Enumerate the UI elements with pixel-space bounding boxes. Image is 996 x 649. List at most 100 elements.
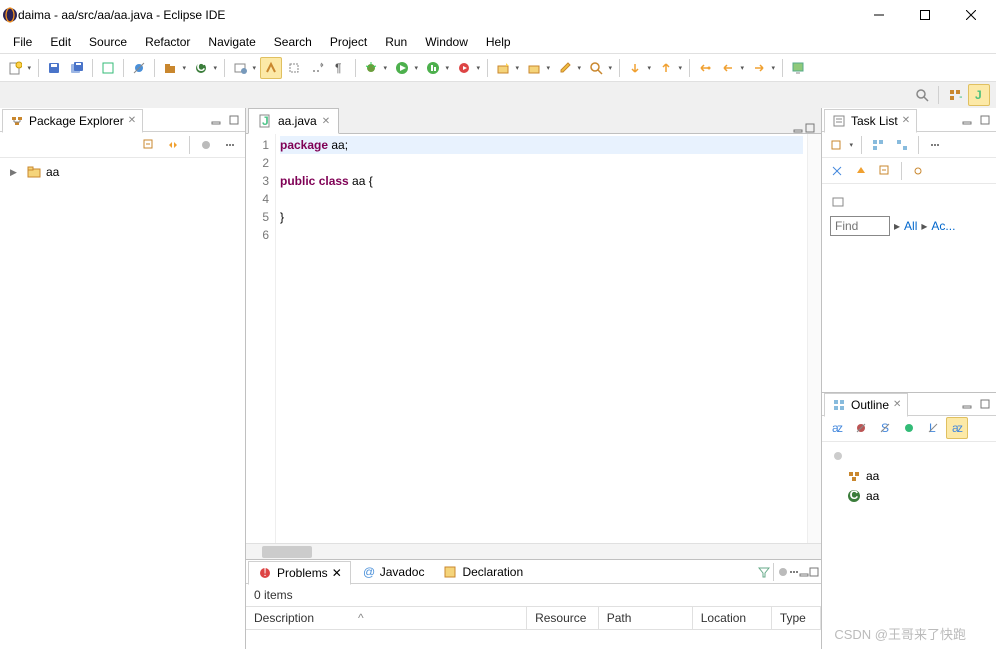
close-icon[interactable]: ✕ xyxy=(893,399,901,410)
task-list-body[interactable]: ▸ All ▸ Ac... xyxy=(822,184,996,392)
menu-refactor[interactable]: Refactor xyxy=(136,32,199,52)
focus-task-button[interactable] xyxy=(195,134,217,156)
minimize-button[interactable] xyxy=(856,0,902,30)
edit-button[interactable] xyxy=(554,57,584,79)
code-area[interactable]: package aa;public class aa {} xyxy=(276,134,807,543)
close-button[interactable] xyxy=(948,0,994,30)
sort-outline-button[interactable]: az xyxy=(946,417,968,439)
save-all-button[interactable] xyxy=(66,57,88,79)
back-button[interactable] xyxy=(717,57,747,79)
maximize-view-button[interactable] xyxy=(977,396,993,412)
go-up-button[interactable] xyxy=(850,160,872,182)
bottom-tab-declaration[interactable]: Declaration xyxy=(433,560,532,584)
menu-file[interactable]: File xyxy=(4,32,41,52)
last-edit-location-button[interactable] xyxy=(694,57,716,79)
package-explorer-tree[interactable]: ▶ aa xyxy=(0,158,245,649)
chevron-right-icon[interactable]: ▶ xyxy=(10,167,22,178)
activate-link[interactable]: Ac... xyxy=(931,219,955,233)
column-header-description[interactable]: Description^ xyxy=(246,607,527,629)
bottom-tab-javadoc[interactable]: @Javadoc xyxy=(351,560,434,584)
menu-navigate[interactable]: Navigate xyxy=(199,32,264,52)
horizontal-scrollbar[interactable] xyxy=(246,543,821,559)
open-perspective-button[interactable]: + xyxy=(944,84,966,106)
next-annotation-button[interactable] xyxy=(624,57,654,79)
new-project-wizard-button[interactable] xyxy=(492,57,522,79)
menu-search[interactable]: Search xyxy=(265,32,321,52)
hide-fields-button[interactable] xyxy=(850,417,872,439)
open-task-button[interactable] xyxy=(229,57,259,79)
maximize-view-button[interactable] xyxy=(809,567,819,577)
close-icon[interactable]: ✕ xyxy=(322,116,330,127)
new-folder-button[interactable] xyxy=(523,57,553,79)
column-header-location[interactable]: Location xyxy=(693,607,772,629)
maximize-view-button[interactable] xyxy=(226,112,242,128)
new-button[interactable] xyxy=(4,57,34,79)
editor-area[interactable]: 123456 package aa;public class aa {} xyxy=(246,134,821,543)
save-button[interactable] xyxy=(43,57,65,79)
column-header-type[interactable]: Type xyxy=(772,607,821,629)
tree-item-project[interactable]: ▶ aa xyxy=(6,162,239,182)
menu-window[interactable]: Window xyxy=(416,32,477,52)
prev-annotation-button[interactable] xyxy=(655,57,685,79)
outline-item[interactable]: C aa xyxy=(828,486,990,506)
hide-completed-button[interactable] xyxy=(826,160,848,182)
close-icon[interactable]: ✕ xyxy=(332,566,342,580)
debug-button[interactable] xyxy=(360,57,390,79)
toggle-mark-occurrences-button[interactable] xyxy=(260,57,282,79)
new-java-class-button[interactable]: C xyxy=(190,57,220,79)
minimize-editor-button[interactable] xyxy=(793,123,803,133)
task-list-tab[interactable]: Task List ✕ xyxy=(824,109,917,133)
column-header-path[interactable]: Path xyxy=(599,607,693,629)
minimize-view-button[interactable] xyxy=(959,396,975,412)
find-input[interactable] xyxy=(830,216,890,236)
toggle-word-wrap-button[interactable]: ¶ xyxy=(329,57,351,79)
menu-help[interactable]: Help xyxy=(477,32,520,52)
focus-task-button[interactable] xyxy=(777,566,789,578)
editor-tab[interactable]: J aa.java ✕ xyxy=(248,108,339,134)
quick-access-search-icon[interactable] xyxy=(911,84,933,106)
outline-tree[interactable]: aa C aa xyxy=(822,442,996,649)
outline-tab[interactable]: Outline ✕ xyxy=(824,393,908,417)
menu-edit[interactable]: Edit xyxy=(41,32,80,52)
menu-run[interactable]: Run xyxy=(376,32,416,52)
package-explorer-tab[interactable]: Package Explorer ✕ xyxy=(2,109,143,133)
column-header-resource[interactable]: Resource xyxy=(527,607,599,629)
all-link[interactable]: All xyxy=(904,219,917,233)
maximize-view-button[interactable] xyxy=(977,112,993,128)
bottom-tab-problems[interactable]: !Problems✕ xyxy=(248,561,351,585)
run-last-tool-button[interactable] xyxy=(453,57,483,79)
close-icon[interactable]: ✕ xyxy=(128,115,136,126)
open-type-button[interactable] xyxy=(97,57,119,79)
new-java-package-button[interactable] xyxy=(159,57,189,79)
outline-item[interactable]: aa xyxy=(828,466,990,486)
hide-static-button[interactable]: S xyxy=(874,417,896,439)
categorized-button[interactable] xyxy=(867,134,889,156)
sort-button[interactable]: az xyxy=(826,417,848,439)
close-icon[interactable]: ✕ xyxy=(902,115,910,126)
minimize-view-button[interactable] xyxy=(208,112,224,128)
synchronize-button[interactable] xyxy=(907,160,929,182)
coverage-button[interactable] xyxy=(422,57,452,79)
minimize-view-button[interactable] xyxy=(799,567,809,577)
forward-button[interactable] xyxy=(748,57,778,79)
show-whitespace-button[interactable] xyxy=(306,57,328,79)
java-perspective-button[interactable]: J xyxy=(968,84,990,106)
menu-project[interactable]: Project xyxy=(321,32,376,52)
search-button[interactable] xyxy=(585,57,615,79)
outline-item[interactable] xyxy=(828,446,990,466)
hide-non-public-button[interactable] xyxy=(898,417,920,439)
menu-source[interactable]: Source xyxy=(80,32,136,52)
maximize-editor-button[interactable] xyxy=(805,123,815,133)
new-task-button[interactable] xyxy=(826,134,856,156)
scheduled-button[interactable] xyxy=(891,134,913,156)
pin-editor-button[interactable] xyxy=(787,57,809,79)
view-menu-button[interactable] xyxy=(219,134,241,156)
skip-breakpoints-button[interactable] xyxy=(128,57,150,79)
maximize-button[interactable] xyxy=(902,0,948,30)
problems-table[interactable]: Description^ResourcePathLocationType xyxy=(246,606,821,649)
filter-button[interactable] xyxy=(758,566,770,578)
collapse-all-button[interactable] xyxy=(138,134,160,156)
run-button[interactable] xyxy=(391,57,421,79)
link-with-editor-button[interactable] xyxy=(162,134,184,156)
collapse-all-button[interactable] xyxy=(874,160,896,182)
